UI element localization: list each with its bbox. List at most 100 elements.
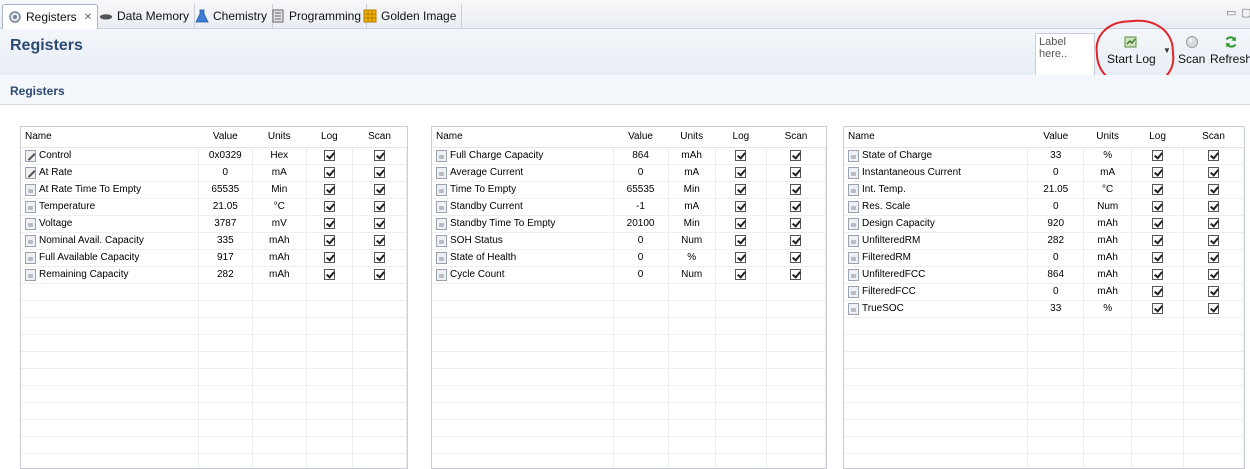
table-row[interactable]: State of Charge 33%	[844, 147, 1244, 165]
scan-checkbox[interactable]	[374, 268, 385, 280]
log-checkbox[interactable]	[1152, 217, 1164, 229]
minimize-icon[interactable]: ▭	[1226, 6, 1236, 19]
column-header-log[interactable]: Log	[715, 127, 767, 148]
tab-programming[interactable]: Programming	[266, 4, 368, 28]
table-row[interactable]: Full Available Capacity 917 mAh	[21, 249, 407, 267]
table-row[interactable]: Cycle Count 0 Num	[432, 266, 826, 284]
scan-checkbox[interactable]	[790, 217, 802, 229]
scan-checkbox[interactable]	[1208, 149, 1220, 161]
scan-checkbox[interactable]	[1208, 251, 1220, 263]
log-checkbox[interactable]	[323, 217, 335, 229]
log-checkbox[interactable]	[735, 200, 747, 212]
register-value[interactable]: 0	[198, 164, 253, 182]
column-header-scan[interactable]: Scan	[352, 127, 407, 148]
log-checkbox[interactable]	[323, 251, 335, 263]
scan-checkbox[interactable]	[374, 183, 385, 195]
log-checkbox[interactable]	[323, 268, 335, 280]
scan-checkbox[interactable]	[790, 268, 802, 280]
table-row[interactable]: Instantaneous Current 0 mA	[844, 164, 1244, 182]
scan-checkbox[interactable]	[1208, 234, 1220, 246]
table-row[interactable]: Res. Scale 0 Num	[844, 198, 1244, 216]
table-row[interactable]: TrueSOC 33%	[844, 300, 1244, 318]
column-header-value[interactable]: Value	[1027, 127, 1084, 148]
log-checkbox[interactable]	[323, 234, 335, 246]
log-checkbox[interactable]	[735, 166, 747, 178]
tab-chemistry[interactable]: Chemistry	[190, 4, 274, 28]
table-row[interactable]: UnfilteredRM 282 mAh	[844, 232, 1244, 250]
table-row[interactable]: FilteredRM 0 mAh	[844, 249, 1244, 267]
table-row[interactable]: SOH Status 0 Num	[432, 232, 826, 250]
log-checkbox[interactable]	[323, 183, 335, 195]
table-row[interactable]: At Rate Time To Empty 65535 Min	[21, 181, 407, 199]
column-header-name[interactable]: Name	[21, 127, 199, 148]
column-header-log[interactable]: Log	[306, 127, 353, 148]
maximize-icon[interactable]: ▢	[1241, 6, 1250, 19]
log-checkbox[interactable]	[1152, 166, 1164, 178]
table-row[interactable]: FilteredFCC 0 mAh	[844, 283, 1244, 301]
tab-golden-image[interactable]: Golden Image	[358, 4, 463, 28]
scan-checkbox[interactable]	[374, 166, 385, 178]
column-header-scan[interactable]: Scan	[1183, 127, 1244, 148]
scan-checkbox[interactable]	[374, 234, 385, 246]
log-checkbox[interactable]	[1152, 183, 1164, 195]
scan-checkbox[interactable]	[1208, 268, 1220, 280]
log-checkbox[interactable]	[1152, 302, 1164, 314]
column-header-value[interactable]: Value	[198, 127, 253, 148]
log-checkbox[interactable]	[735, 268, 747, 280]
scan-checkbox[interactable]	[374, 217, 385, 229]
scan-checkbox[interactable]	[374, 200, 385, 212]
log-label-input[interactable]	[1035, 33, 1095, 77]
table-row[interactable]: Standby Time To Empty 20100 Min	[432, 215, 826, 233]
column-header-name[interactable]: Name	[432, 127, 614, 148]
close-icon[interactable]: ✕	[84, 12, 92, 23]
table-row[interactable]: Temperature 21.05 °C	[21, 198, 407, 216]
scan-checkbox[interactable]	[1208, 200, 1220, 212]
refresh-button[interactable]: Refresh	[1210, 35, 1250, 66]
log-checkbox[interactable]	[735, 217, 747, 229]
table-row[interactable]: Remaining Capacity 282 mAh	[21, 266, 407, 284]
log-checkbox[interactable]	[1152, 285, 1164, 297]
log-checkbox[interactable]	[323, 149, 335, 161]
table-row[interactable]: Design Capacity 920 mAh	[844, 215, 1244, 233]
scan-checkbox[interactable]	[1208, 217, 1220, 229]
scan-checkbox[interactable]	[790, 200, 802, 212]
log-checkbox[interactable]	[735, 234, 747, 246]
column-header-units[interactable]: Units	[668, 127, 716, 148]
column-header-name[interactable]: Name	[844, 127, 1028, 148]
scan-checkbox[interactable]	[790, 183, 802, 195]
table-row[interactable]: Voltage 3787 mV	[21, 215, 407, 233]
table-row[interactable]: Standby Current -1 mA	[432, 198, 826, 216]
column-header-units[interactable]: Units	[252, 127, 307, 148]
column-header-scan[interactable]: Scan	[766, 127, 826, 148]
table-row[interactable]: Control 0x0329 Hex	[21, 147, 407, 165]
scan-checkbox[interactable]	[374, 251, 385, 263]
scan-checkbox[interactable]	[790, 149, 802, 161]
table-row[interactable]: State of Health 0%	[432, 249, 826, 267]
log-checkbox[interactable]	[735, 251, 747, 263]
log-checkbox[interactable]	[323, 166, 335, 178]
tab-data-memory[interactable]: Data Memory	[94, 4, 196, 28]
scan-checkbox[interactable]	[1208, 302, 1220, 314]
log-checkbox[interactable]	[323, 200, 335, 212]
table-row[interactable]: Average Current 0 mA	[432, 164, 826, 182]
scan-checkbox[interactable]	[1208, 285, 1220, 297]
log-checkbox[interactable]	[1152, 268, 1164, 280]
table-row[interactable]: Int. Temp. 21.05 °C	[844, 181, 1244, 199]
table-row[interactable]: UnfilteredFCC 864 mAh	[844, 266, 1244, 284]
tab-registers[interactable]: Registers ✕	[2, 4, 99, 29]
log-checkbox[interactable]	[1152, 251, 1164, 263]
log-checkbox[interactable]	[1152, 200, 1164, 212]
table-row[interactable]: Nominal Avail. Capacity 335 mAh	[21, 232, 407, 250]
scan-checkbox[interactable]	[790, 251, 802, 263]
column-header-log[interactable]: Log	[1131, 127, 1184, 148]
scan-checkbox[interactable]	[1208, 183, 1220, 195]
scan-checkbox[interactable]	[790, 234, 802, 246]
log-checkbox[interactable]	[1152, 234, 1164, 246]
column-header-value[interactable]: Value	[613, 127, 669, 148]
table-row[interactable]: Full Charge Capacity 864 mAh	[432, 147, 826, 165]
scan-checkbox[interactable]	[374, 149, 385, 161]
log-checkbox[interactable]	[1152, 149, 1164, 161]
table-row[interactable]: Time To Empty 65535 Min	[432, 181, 826, 199]
log-checkbox[interactable]	[735, 183, 747, 195]
scan-button[interactable]: Scan	[1178, 35, 1205, 66]
